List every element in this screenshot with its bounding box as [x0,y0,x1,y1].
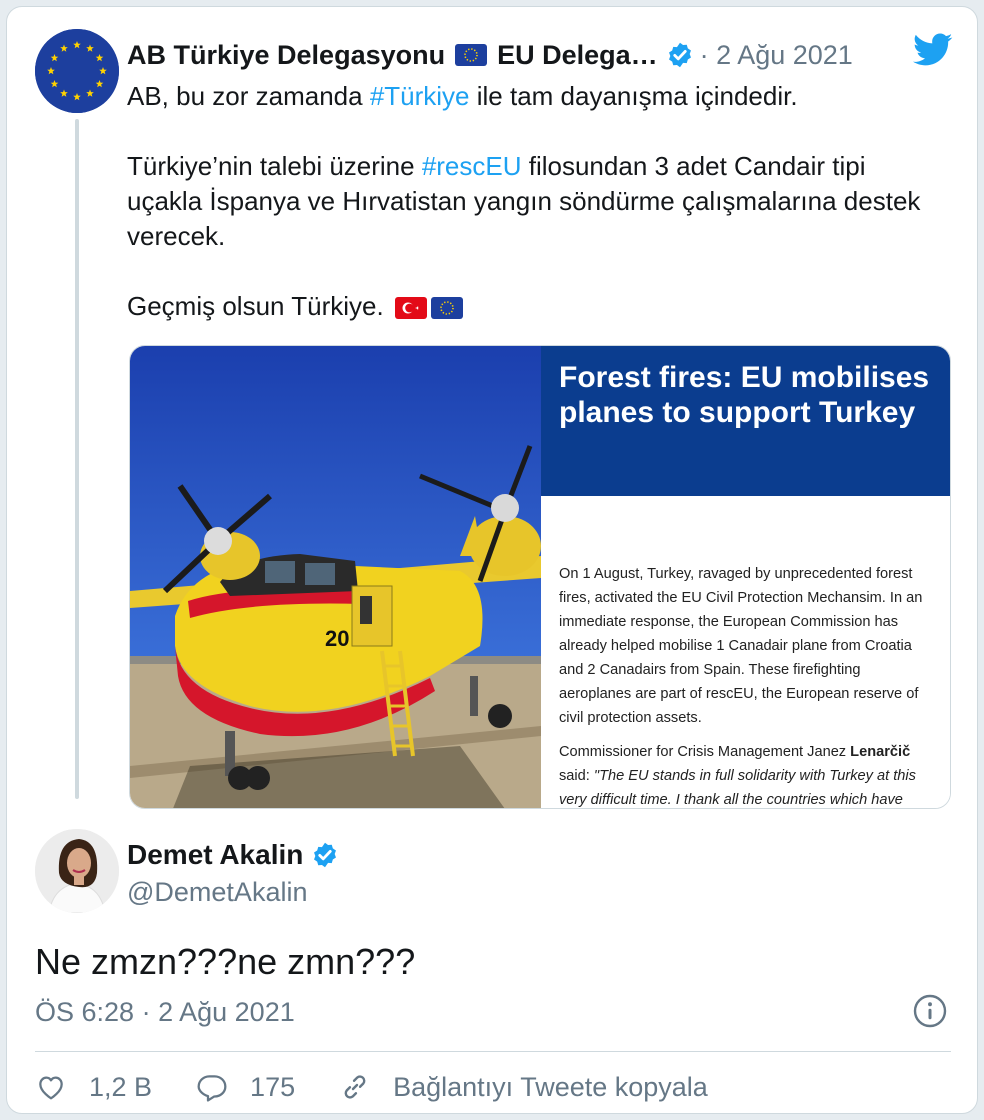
canadair-plane-image: 20 [130,346,541,808]
parent-author-name-2[interactable]: EU Delega… [497,40,658,71]
turkey-flag-icon [394,297,427,320]
article-title: Forest fires: EU mobilises planes to sup… [559,361,930,429]
tweet-media-card[interactable]: 20 Forest fires: EU mobilises planes to … [129,345,951,809]
article-header: Forest fires: EU mobilises planes to sup… [541,346,950,496]
eu-flag-icon [35,29,119,113]
article-preview: Forest fires: EU mobilises planes to sup… [541,346,950,808]
heart-icon [39,1076,63,1100]
article-p2-said: said: [559,768,594,784]
copy-link-label: Bağlantıyı Tweete kopyala [393,1071,708,1102]
info-icon[interactable] [912,993,948,1029]
tweet-timestamp[interactable]: ÖS 6:28 · 2 Ağu 2021 [35,997,295,1028]
link-icon [344,1075,366,1099]
hashtag-link[interactable]: #rescEU [422,151,522,181]
tweet-text-segment: Geçmiş olsun Türkiye. [127,291,391,321]
plane-number: 20 [325,626,349,651]
reply-tweet-text: Ne zmzn???ne zmn??? [35,941,416,982]
twitter-bird-icon[interactable] [913,33,953,67]
tweet-text-segment: ile tam dayanışma içindedir. [469,81,798,111]
reply-button[interactable]: 175 [196,1071,295,1103]
reply-author: Demet Akalin [127,839,339,871]
parent-tweet-text: AB, bu zor zamanda #Türkiye ile tam daya… [127,79,947,359]
parent-tweet-paragraph: Türkiye’nin talebi üzerine #rescEU filos… [127,149,947,254]
verified-badge-icon [314,842,337,868]
reply-count: 175 [250,1071,296,1102]
tweet-text-segment: AB, bu zor zamanda [127,81,370,111]
date-separator: · [699,39,709,70]
reply-icon [197,1075,227,1102]
reply-author-name[interactable]: Demet Akalin [127,839,303,871]
demet-akalin-avatar[interactable] [35,829,119,913]
article-p2-quote: "The EU stands in full solidarity with T… [559,768,916,808]
article-p2-name: Lenarčič [850,744,911,760]
like-button[interactable]: 1,2 B [35,1071,152,1103]
article-paragraph-1: On 1 August, Turkey, ravaged by unpreced… [559,566,923,726]
eu-flag-icon [455,44,488,66]
verified-badge-icon [668,42,691,68]
parent-tweet-paragraph: Geçmiş olsun Türkiye. [127,289,947,324]
parent-tweet-date[interactable]: 2 Ağu 2021 [716,40,853,70]
tweet-card: AB Türkiye Delegasyonu EU Delega… · 2 Ağ… [6,6,978,1114]
reply-author-handle[interactable]: @DemetAkalin [127,877,307,908]
tweet-actions: 1,2 B 175 Bağlantıyı Tweete kopyala [35,1065,752,1109]
thread-line [75,119,79,799]
article-paragraph-2: Commissioner for Crisis Management Janez… [559,740,934,808]
tweet-text-segment: Türkiye’nin talebi üzerine [127,151,422,181]
avatar-photo [35,829,119,913]
parent-tweet-header: AB Türkiye Delegasyonu EU Delega… · 2 Ağ… [127,35,957,75]
article-body: On 1 August, Turkey, ravaged by unpreced… [541,496,950,808]
parent-author-name[interactable]: AB Türkiye Delegasyonu [127,40,445,71]
eu-delegation-avatar[interactable] [35,29,119,113]
copy-link-button[interactable]: Bağlantıyı Tweete kopyala [339,1071,708,1103]
parent-tweet-paragraph: AB, bu zor zamanda #Türkiye ile tam daya… [127,79,947,114]
eu-flag-icon [430,297,463,320]
divider [35,1051,951,1052]
timestamp-separator: · [141,997,151,1027]
hashtag-link[interactable]: #Türkiye [370,81,470,111]
article-p2-prefix: Commissioner for Crisis Management Janez [559,744,851,760]
like-count: 1,2 B [89,1071,153,1102]
tweet-date: 2 Ağu 2021 [158,997,295,1027]
tweet-time: ÖS 6:28 [35,997,135,1027]
